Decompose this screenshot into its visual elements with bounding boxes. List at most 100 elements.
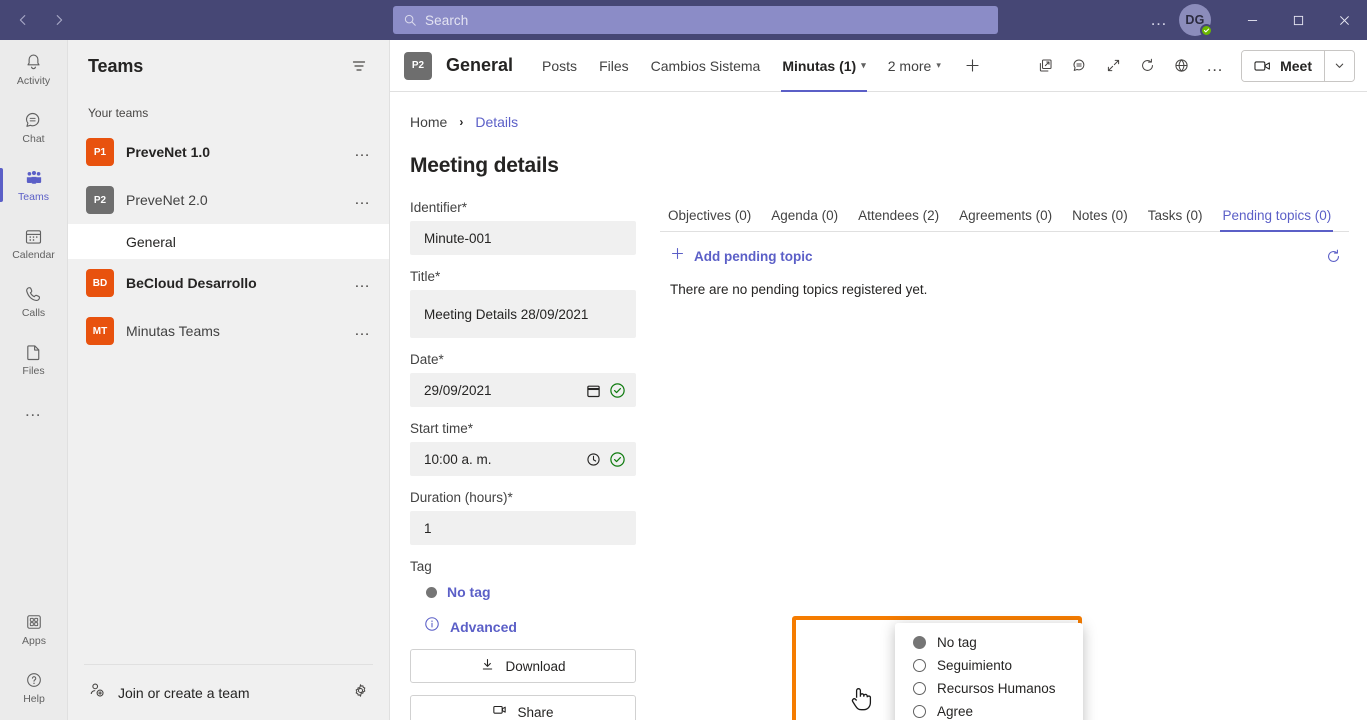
teams-list-panel: Teams Your teams P1 PreveNet 1.0 … P2 Pr… <box>68 40 390 720</box>
add-tab-button[interactable] <box>952 40 993 92</box>
share-label: Share <box>517 704 554 720</box>
tab-more[interactable]: 2 more ▾ <box>877 40 952 92</box>
gear-icon[interactable] <box>352 682 369 704</box>
share-button[interactable]: Share <box>410 695 636 720</box>
filter-icon[interactable] <box>345 52 373 80</box>
team-avatar: BD <box>86 269 114 297</box>
sidebar-item-activity[interactable]: Activity <box>0 40 68 98</box>
identifier-field[interactable]: Minute-001 <box>410 221 636 255</box>
advanced-link[interactable]: Advanced <box>410 616 636 637</box>
tag-selector[interactable]: No tag <box>410 584 636 600</box>
check-icon <box>1203 28 1210 33</box>
sidebar-label-calls: Calls <box>21 307 46 319</box>
clock-icon[interactable] <box>586 452 601 467</box>
expand-icon[interactable] <box>1097 50 1129 82</box>
meet-dropdown-button[interactable] <box>1324 50 1354 81</box>
detail-tab-objectives[interactable]: Objectives (0) <box>660 208 761 231</box>
video-camera-icon <box>1254 60 1271 71</box>
tab-label: 2 more <box>887 57 932 74</box>
sidebar-label-files: Files <box>22 365 45 377</box>
sidebar-item-chat[interactable]: Chat <box>0 98 68 156</box>
breadcrumb-home[interactable]: Home <box>410 114 447 130</box>
back-button[interactable] <box>6 5 40 35</box>
channel-more-options-button[interactable]: … <box>1199 50 1231 82</box>
tab-cambios-sistema[interactable]: Cambios Sistema <box>640 40 772 92</box>
team-avatar: P2 <box>86 186 114 214</box>
team-more-options-button[interactable]: … <box>354 143 377 161</box>
titlebar-right-group: … DG <box>1143 0 1367 40</box>
add-pending-topic-button[interactable]: Add pending topic <box>670 246 812 266</box>
app-rail: Activity Chat Teams Calendar Calls Files… <box>0 40 68 720</box>
forward-button[interactable] <box>42 5 76 35</box>
breadcrumb: Home › Details <box>390 92 1367 130</box>
refresh-icon[interactable] <box>1131 50 1163 82</box>
start-time-field[interactable]: 10:00 a. m. <box>410 442 636 476</box>
sidebar-item-files[interactable]: Files <box>0 330 68 388</box>
team-avatar: P1 <box>86 138 114 166</box>
detail-tab-agreements[interactable]: Agreements (0) <box>949 208 1062 231</box>
refresh-icon[interactable] <box>1321 244 1345 268</box>
download-label: Download <box>505 658 566 674</box>
sidebar-item-apps[interactable]: Apps <box>0 600 68 658</box>
chat-icon <box>23 109 44 131</box>
duration-field[interactable]: 1 <box>410 511 636 545</box>
sidebar-item-teams[interactable]: Teams <box>0 156 68 214</box>
team-item-minutas-teams[interactable]: MT Minutas Teams … <box>68 307 389 355</box>
download-button[interactable]: Download <box>410 649 636 683</box>
calendar-icon[interactable] <box>586 383 601 398</box>
open-in-new-window-icon[interactable] <box>1029 50 1061 82</box>
conversation-icon[interactable] <box>1063 50 1095 82</box>
tab-minutas[interactable]: Minutas (1) ▾ <box>771 40 876 92</box>
teams-list: Your teams P1 PreveNet 1.0 … P2 PreveNet… <box>68 92 389 664</box>
presence-available-badge <box>1200 24 1213 37</box>
tag-option-recursos-humanos[interactable]: Recursos Humanos <box>895 677 1083 700</box>
tag-option-agree[interactable]: Agree <box>895 700 1083 720</box>
title-bar: Search … DG <box>0 0 1367 40</box>
meet-button-group: Meet <box>1241 49 1355 82</box>
avatar[interactable]: DG <box>1179 4 1213 37</box>
maximize-button[interactable] <box>1275 0 1321 40</box>
tag-option-label: Seguimiento <box>937 658 1013 673</box>
tag-color-dot <box>426 586 437 598</box>
tag-dropdown-menu: No tag Seguimiento Recursos Humanos Agre… <box>895 623 1083 720</box>
search-placeholder-text: Search <box>425 12 469 28</box>
team-more-options-button[interactable]: … <box>354 274 377 292</box>
globe-icon[interactable] <box>1165 50 1197 82</box>
team-more-options-button[interactable]: … <box>354 191 377 209</box>
tag-option-seguimiento[interactable]: Seguimiento <box>895 654 1083 677</box>
minimize-button[interactable] <box>1229 0 1275 40</box>
sidebar-item-calls[interactable]: Calls <box>0 272 68 330</box>
meet-button[interactable]: Meet <box>1242 50 1324 81</box>
breadcrumb-separator-icon: › <box>459 115 464 129</box>
team-item-prevenet-2[interactable]: P2 PreveNet 2.0 … <box>68 176 389 224</box>
close-button[interactable] <box>1321 0 1367 40</box>
breadcrumb-details[interactable]: Details <box>475 114 518 130</box>
teams-section-label: Your teams <box>88 106 149 120</box>
tab-files[interactable]: Files <box>588 40 640 92</box>
title-field[interactable]: Meeting Details 28/09/2021 <box>410 290 636 338</box>
team-item-prevenet-1[interactable]: P1 PreveNet 1.0 … <box>68 128 389 176</box>
tag-option-no-tag[interactable]: No tag <box>895 631 1083 654</box>
detail-tab-attendees[interactable]: Attendees (2) <box>848 208 949 231</box>
channel-item-general[interactable]: General <box>68 224 389 259</box>
page-title: Meeting details <box>410 154 559 177</box>
sidebar-item-help[interactable]: Help <box>0 658 68 716</box>
detail-tab-agenda[interactable]: Agenda (0) <box>761 208 848 231</box>
tab-posts[interactable]: Posts <box>531 40 588 92</box>
plus-icon <box>670 246 685 266</box>
detail-tab-notes[interactable]: Notes (0) <box>1062 208 1138 231</box>
search-container[interactable]: Search <box>393 6 998 34</box>
detail-tab-pending-topics[interactable]: Pending topics (0) <box>1212 208 1341 232</box>
date-field[interactable]: 29/09/2021 <box>410 373 636 407</box>
detail-tab-tasks[interactable]: Tasks (0) <box>1138 208 1213 231</box>
apps-icon <box>24 611 44 633</box>
search-input[interactable]: Search <box>393 6 998 34</box>
rail-more-apps-button[interactable]: … <box>0 388 68 434</box>
team-item-becloud-desarrollo[interactable]: BD BeCloud Desarrollo … <box>68 259 389 307</box>
team-more-options-button[interactable]: … <box>354 322 377 340</box>
team-name: PreveNet 2.0 <box>126 192 208 208</box>
sidebar-item-calendar[interactable]: Calendar <box>0 214 68 272</box>
meeting-details-page: Home › Details Meeting details Identifie… <box>390 92 1367 720</box>
tab-label: Minutas (1) <box>782 57 857 74</box>
titlebar-more-button[interactable]: … <box>1143 4 1175 36</box>
